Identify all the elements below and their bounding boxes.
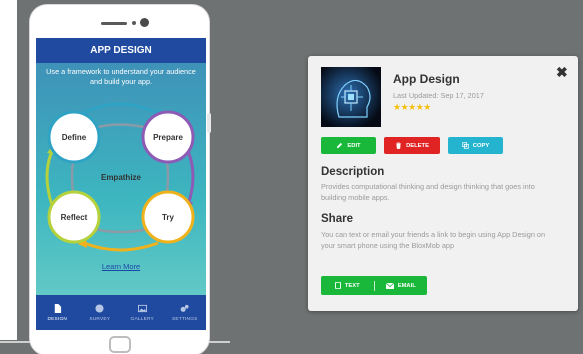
- phone-side-button: [207, 113, 211, 133]
- inner-arrow-top: [93, 123, 149, 130]
- share-text: You can text or email your friends a lin…: [321, 230, 546, 250]
- stage-define-label: Define: [62, 133, 87, 142]
- arrow-try-reflect: [83, 241, 159, 252]
- tab-survey-label: SURVEY: [89, 316, 111, 322]
- tab-settings-label: SETTINGS: [171, 316, 198, 322]
- envelope-icon: [385, 282, 394, 289]
- last-updated: Last Updated: Sep 17, 2017: [393, 91, 484, 100]
- copy-button-label: COPY: [472, 142, 490, 149]
- copy-button[interactable]: COPY: [448, 137, 503, 154]
- tab-gallery[interactable]: GALLERY: [121, 295, 164, 330]
- center-label: Empathize: [101, 173, 142, 182]
- left-edge-strip: [0, 0, 17, 340]
- learn-more-link[interactable]: Learn More: [36, 262, 206, 271]
- screen-title: APP DESIGN: [36, 38, 206, 63]
- stage-reflect-label: Reflect: [61, 213, 88, 222]
- app-details-card: App Design Last Updated: Sep 17, 2017 ★★…: [308, 56, 578, 311]
- document-icon: [54, 303, 61, 313]
- mobile-icon: [334, 282, 341, 289]
- description-text: Provides computational thinking and desi…: [321, 182, 535, 202]
- arrow-prepare-try: [186, 150, 195, 206]
- share-text-button[interactable]: TEXT: [321, 276, 374, 295]
- share-email-button[interactable]: EMAIL: [375, 276, 428, 295]
- edit-button-label: EDIT: [347, 142, 361, 149]
- phone-speaker: [101, 22, 127, 25]
- tab-survey[interactable]: SURVEY: [79, 295, 122, 330]
- tab-gallery-label: GALLERY: [130, 316, 154, 322]
- trash-icon: [396, 142, 401, 149]
- design-cycle-diagram: Define Prepare Try Reflect Empathize: [45, 102, 195, 252]
- share-email-label: EMAIL: [397, 282, 416, 289]
- delete-button-label: DELETE: [406, 142, 429, 149]
- tab-design[interactable]: DESIGN: [36, 295, 79, 330]
- stage-prepare-label: Prepare: [153, 133, 183, 142]
- inner-arrow-bottom: [93, 227, 149, 234]
- close-icon[interactable]: ✖: [556, 64, 568, 81]
- brain-head-icon: [321, 67, 381, 127]
- globe-icon: [95, 303, 104, 313]
- star-rating: ★★★★★: [393, 102, 431, 112]
- tab-design-label: DESIGN: [47, 316, 68, 322]
- image-icon: [137, 304, 147, 312]
- delete-button[interactable]: DELETE: [384, 137, 440, 154]
- stage-try-label: Try: [162, 213, 175, 222]
- share-heading: Share: [321, 213, 353, 225]
- arrow-reflect-define: [45, 150, 54, 206]
- app-title: App Design: [393, 72, 460, 86]
- arrow-define-prepare: [83, 102, 157, 115]
- edit-button[interactable]: EDIT: [321, 137, 376, 154]
- app-thumbnail: [321, 67, 381, 127]
- phone-screen: APP DESIGN Use a framework to understand…: [36, 38, 206, 330]
- phone-home-button: [109, 336, 131, 353]
- pencil-icon: [337, 142, 343, 149]
- copy-icon: [462, 142, 469, 149]
- tab-settings[interactable]: SETTINGS: [164, 295, 207, 330]
- phone-mockup: APP DESIGN Use a framework to understand…: [29, 4, 210, 354]
- share-text-label: TEXT: [344, 282, 360, 289]
- cogs-icon: [180, 304, 189, 312]
- screen-subtitle: Use a framework to understand your audie…: [46, 67, 196, 86]
- phone-camera: [140, 18, 149, 27]
- phone-sensor: [132, 21, 136, 25]
- description-heading: Description: [321, 166, 385, 178]
- share-button-group: TEXT EMAIL: [321, 276, 427, 295]
- bottom-tab-bar: DESIGN SURVEY GALLERY SETTINGS: [36, 295, 206, 330]
